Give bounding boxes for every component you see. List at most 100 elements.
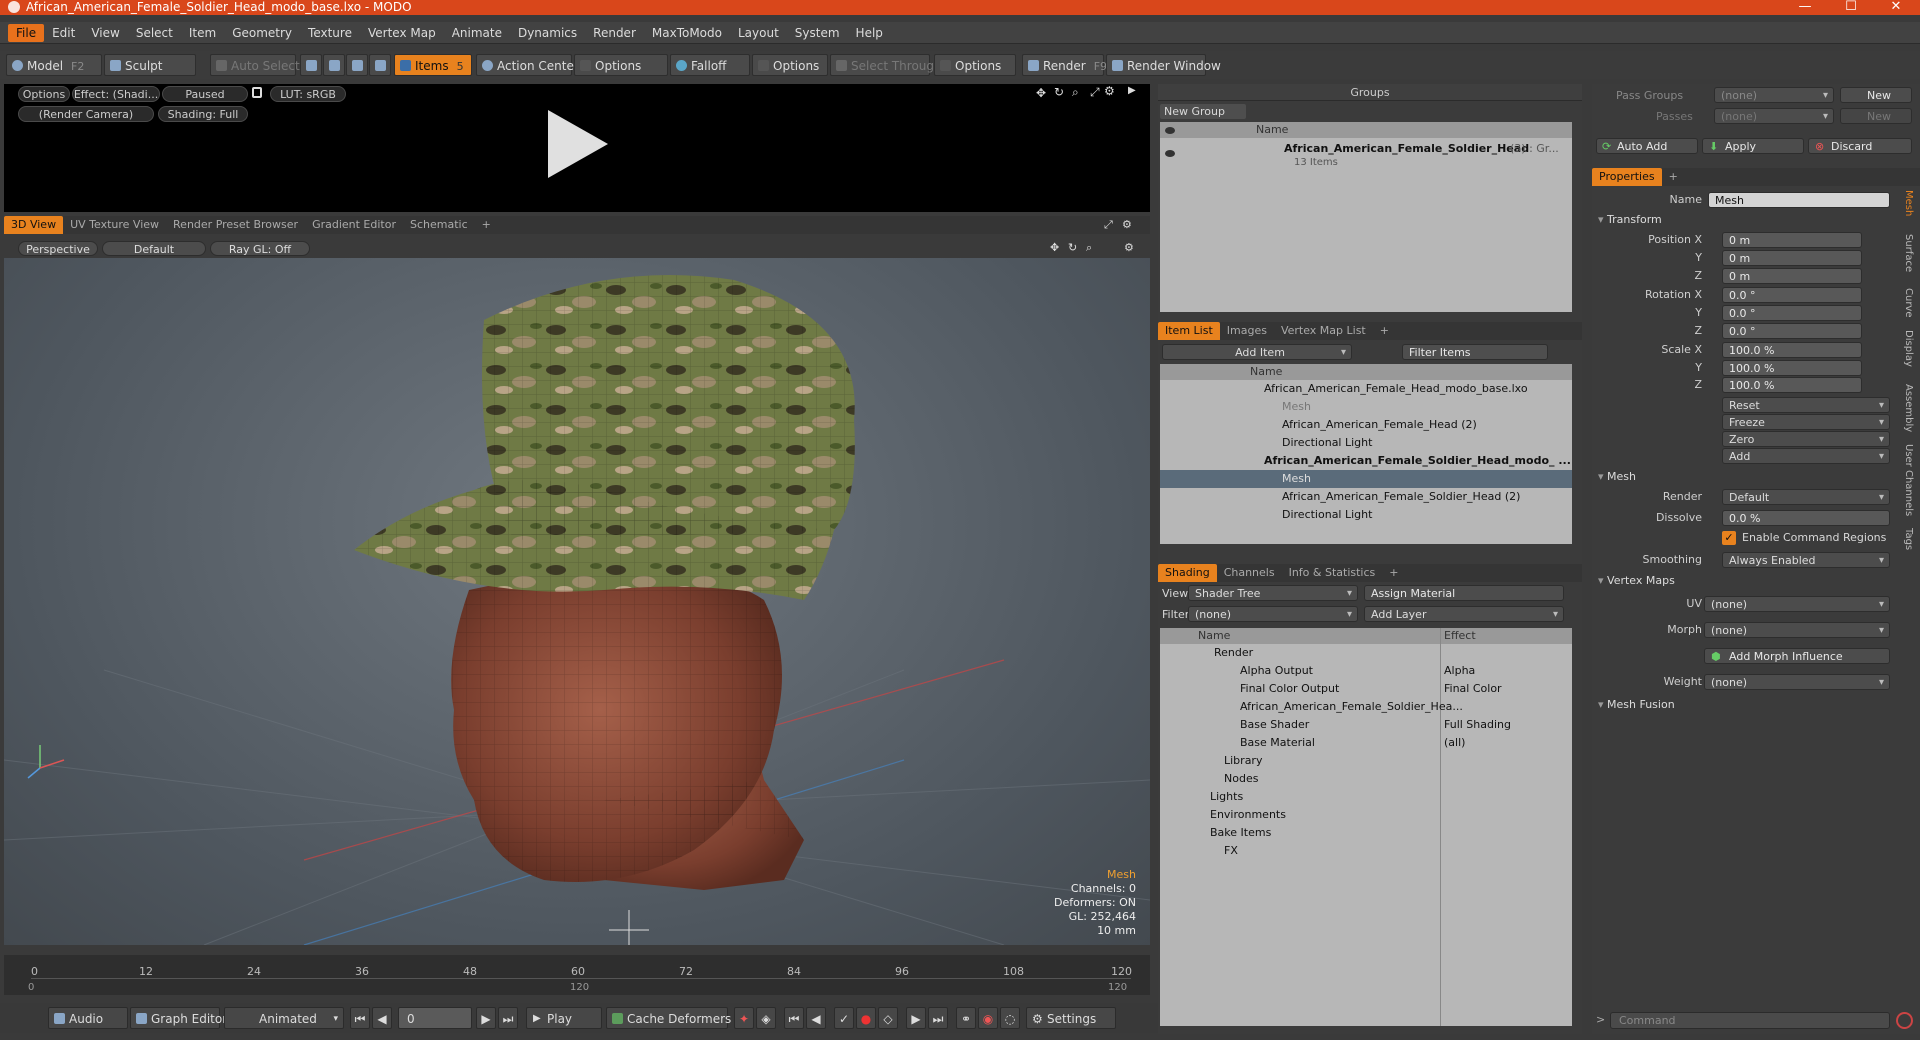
minimize-button[interactable]: — [1785, 0, 1825, 15]
side-tab-curve[interactable]: Curve [1898, 288, 1914, 318]
next-frame-key-button[interactable]: ▶ [906, 1007, 926, 1029]
menu-render[interactable]: Render [585, 22, 644, 44]
shader-row-fx[interactable]: FX [1160, 842, 1572, 860]
menu-vertex-map[interactable]: Vertex Map [360, 22, 444, 44]
render-dropdown[interactable]: Default [1722, 489, 1890, 506]
record-button[interactable]: ● [856, 1007, 876, 1029]
preview-zoom-icon[interactable]: ⌕ [1072, 85, 1079, 100]
tab-schematic[interactable]: Schematic [403, 216, 475, 234]
cache-deformers-button[interactable]: Cache Deformers [606, 1007, 731, 1029]
lock-icon[interactable] [252, 87, 262, 98]
shader-row-alpha-output[interactable]: Alpha Output Alpha [1160, 662, 1572, 680]
timeline-ruler[interactable]: 0 12 24 36 48 60 72 84 96 108 120 [31, 957, 1132, 979]
command-input[interactable]: Command [1610, 1012, 1890, 1029]
preview-gear-icon[interactable]: ⚙ [1104, 84, 1115, 98]
menu-geometry[interactable]: Geometry [224, 22, 300, 44]
tab-info-statistics[interactable]: Info & Statistics [1282, 564, 1383, 582]
action-center-button[interactable]: Action Center [476, 54, 579, 76]
prev-frame-key-button[interactable]: ◀ [806, 1007, 826, 1029]
shader-view-dropdown[interactable]: Shader Tree [1188, 585, 1358, 602]
shader-row-environments[interactable]: Environments [1160, 806, 1572, 824]
perspective-button[interactable]: Perspective [18, 241, 98, 256]
section-mesh-fusion[interactable]: Mesh Fusion [1598, 697, 1675, 713]
select-through-options-button[interactable]: Options [934, 54, 1016, 76]
lut-button[interactable]: LUT: sRGB [270, 86, 346, 102]
viewport-gear-icon[interactable]: ⚙ [1124, 241, 1134, 254]
materials-mode-button[interactable] [369, 54, 391, 76]
prev-key-button[interactable]: ⏮ [784, 1007, 804, 1029]
default-shading-button[interactable]: Default [102, 241, 206, 256]
dissolve-field[interactable]: 0.0 % [1722, 510, 1890, 526]
tab-images[interactable]: Images [1220, 322, 1274, 340]
item-row[interactable]: African_American_Female_Head_modo_base.l… [1160, 380, 1572, 398]
items-mode-button[interactable]: Items 5 [394, 54, 472, 76]
menu-help[interactable]: Help [848, 22, 891, 44]
add-tab-button[interactable]: + [1373, 322, 1396, 340]
shader-filter-dropdown[interactable]: (none) [1188, 606, 1358, 623]
scale-y-field[interactable]: 100.0 % [1722, 360, 1862, 376]
item-row-selected[interactable]: Mesh [1160, 470, 1572, 488]
preview-arrow-icon[interactable]: ▶ [1128, 85, 1136, 96]
uv-dropdown[interactable]: (none) [1704, 596, 1890, 613]
shader-row-base-shader[interactable]: Base Shader Full Shading [1160, 716, 1572, 734]
menu-layout[interactable]: Layout [730, 22, 787, 44]
shader-row-lights[interactable]: Lights [1160, 788, 1572, 806]
add-tab-button[interactable]: + [1382, 564, 1405, 582]
smoothing-dropdown[interactable]: Always Enabled [1722, 552, 1890, 569]
maximize-button[interactable]: ☐ [1831, 0, 1871, 15]
section-vertex-maps[interactable]: Vertex Maps [1598, 573, 1675, 589]
preview-refresh-icon[interactable]: ↻ [1054, 85, 1064, 99]
falloff-options-button[interactable]: Options [752, 54, 828, 76]
freeze-dropdown[interactable]: Freeze [1722, 414, 1890, 431]
side-tab-user-channels[interactable]: User Channels [1898, 444, 1914, 516]
falloff-button[interactable]: Falloff [670, 54, 750, 76]
go-to-end-button[interactable]: ⏭ [498, 1007, 518, 1029]
channel-record-button[interactable]: ◉ [978, 1007, 998, 1029]
channel-options-button[interactable]: ◌ [1000, 1007, 1020, 1029]
preview-effect-button[interactable]: Effect: (Shadi... [72, 86, 160, 102]
shader-row-material-group[interactable]: African_American_Female_Soldier_Hea... [1160, 698, 1572, 716]
add-tab-button[interactable]: + [1662, 168, 1685, 186]
raygl-button[interactable]: Ray GL: Off [210, 241, 310, 256]
key-options-button[interactable]: ◇ [878, 1007, 898, 1029]
item-row[interactable]: African_American_Female_Soldier_Head (2) [1160, 488, 1572, 506]
timeline[interactable]: 0 12 24 36 48 60 72 84 96 108 120 0 120 … [4, 955, 1150, 995]
shading-mode-button[interactable]: Shading: Full [158, 106, 248, 122]
new-group-button[interactable]: New Group [1160, 104, 1246, 119]
play-preview-icon[interactable] [544, 108, 610, 180]
select-through-button[interactable]: Select Through [830, 54, 942, 76]
position-x-field[interactable]: 0 m [1722, 232, 1862, 248]
shader-tree[interactable]: Name Effect Render Alpha Output Alpha Fin… [1160, 628, 1572, 1026]
tab-gradient-editor[interactable]: Gradient Editor [305, 216, 403, 234]
side-tab-tags[interactable]: Tags [1898, 528, 1914, 550]
render-window-button[interactable]: Render Window [1106, 54, 1221, 76]
menu-animate[interactable]: Animate [444, 22, 510, 44]
menu-dynamics[interactable]: Dynamics [510, 22, 585, 44]
next-key-button[interactable]: ⏭ [928, 1007, 948, 1029]
side-tab-surface[interactable]: Surface [1898, 234, 1914, 272]
shader-row-final-color[interactable]: Final Color Output Final Color [1160, 680, 1572, 698]
item-list[interactable]: Name African_American_Female_Head_modo_b… [1160, 364, 1572, 544]
settings-button[interactable]: ⚙ Settings [1026, 1007, 1116, 1029]
add-layer-dropdown[interactable]: Add Layer [1364, 606, 1564, 623]
menu-edit[interactable]: Edit [44, 22, 83, 44]
tab-shading[interactable]: Shading [1158, 564, 1217, 582]
view-expand-icon[interactable]: ⤢ [1104, 216, 1113, 234]
shader-row-bake-items[interactable]: Bake Items [1160, 824, 1572, 842]
preview-options-button[interactable]: Options [18, 86, 70, 102]
tab-render-preset-browser[interactable]: Render Preset Browser [166, 216, 305, 234]
menu-maxtomodo[interactable]: MaxToModo [644, 22, 730, 44]
tab-vertex-map-list[interactable]: Vertex Map List [1274, 322, 1373, 340]
tab-3d-view[interactable]: 3D View [4, 216, 64, 234]
menu-file[interactable]: File [8, 24, 45, 42]
step-back-button[interactable]: ◀ [372, 1007, 392, 1029]
command-regions-checkbox[interactable]: ✓ [1722, 531, 1736, 545]
position-z-field[interactable]: 0 m [1722, 268, 1862, 284]
shader-row-base-material[interactable]: Base Material (all) [1160, 734, 1572, 752]
render-button[interactable]: Render F9 [1022, 54, 1107, 76]
preview-expand-icon[interactable]: ⤢ [1090, 85, 1100, 100]
shader-row-render[interactable]: Render [1160, 644, 1572, 662]
tab-channels[interactable]: Channels [1217, 564, 1282, 582]
shader-row-library[interactable]: Library [1160, 752, 1572, 770]
view-gear-icon[interactable]: ⚙ [1122, 216, 1132, 234]
